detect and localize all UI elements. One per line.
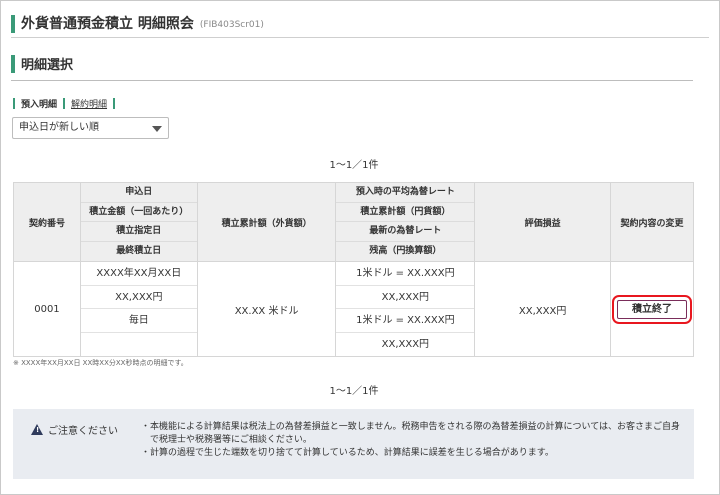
timestamp-note: ※ XXXX年XX月XX日 XX時XX分XX秒時点の明細です。 <box>13 359 188 367</box>
tab-separator <box>13 98 15 109</box>
tab-deposit-details[interactable]: 預入明細 <box>21 97 57 110</box>
caution-list: ・本機能による計算結果は税法上の為替差損益と一致しません。税務申告をされる際の為… <box>141 421 686 460</box>
cell-contract-change: 積立終了 <box>610 261 694 357</box>
cell-contract-no: 0001 <box>13 261 81 357</box>
pager-bottom: 1～1／1件 <box>329 386 379 397</box>
header-latest-rate: 最新の為替レート <box>336 222 475 242</box>
page-title: 外貨普通預金積立 明細照会 <box>21 16 194 32</box>
caution-item: ・計算の過程で生じた端数を切り捨てて計算しているため、計算結果に誤差を生じる場合… <box>141 448 554 458</box>
table-header-row: 契約番号 申込日 積立金額（一回あたり） 積立指定日 最終積立日 積立累計額（外… <box>13 182 694 262</box>
tab-cancellation-details[interactable]: 解約明細 <box>71 97 107 110</box>
screen-id: (FIB403Scr01) <box>199 20 264 30</box>
cell-latest-rate: 1米ドル = XX.XXX円 <box>336 309 475 333</box>
end-accumulation-button[interactable]: 積立終了 <box>612 294 692 324</box>
cell-accumulated-jpy: XX,XXX円 <box>336 286 475 309</box>
header-application-date: 申込日 <box>80 183 197 203</box>
chevron-down-icon <box>152 126 162 132</box>
cell-application-date: XXXX年XX月XX日 <box>80 262 197 286</box>
tab-separator <box>63 98 66 109</box>
page-frame: 外貨普通預金積立 明細照会 (FIB403Scr01) 明細選択 預入明細 解約… <box>0 0 720 495</box>
header-contract-change: 契約内容の変更 <box>610 182 694 262</box>
caution-item: ・本機能による計算結果は税法上の為替差損益と一致しません。税務申告をされる際の為… <box>141 422 681 445</box>
section-title: 明細選択 <box>21 58 74 73</box>
header-last-accumulation-date: 最終積立日 <box>116 245 162 256</box>
section-accent-bar <box>11 54 15 73</box>
header-accumulated-fx: 積立累計額（外貨額） <box>196 182 337 262</box>
section-divider <box>11 80 693 81</box>
title-divider <box>11 37 709 38</box>
header-accumulated-jpy: 積立累計額（円貨額） <box>336 203 475 222</box>
title-accent-bar <box>11 15 15 33</box>
page-header: 外貨普通預金積立 明細照会 (FIB403Scr01) <box>11 11 264 33</box>
cell-designated-day: 毎日 <box>80 309 197 333</box>
cell-application-group: XXXX年XX月XX日 XX,XXX円 毎日 <box>79 261 198 357</box>
header-amount-per-time: 積立金額（一回あたり） <box>80 203 197 222</box>
header-designated-day: 積立指定日 <box>80 222 197 242</box>
table-row: 0001 XXXX年XX月XX日 XX,XXX円 毎日 XX.XX 米ドル 1米… <box>13 261 694 357</box>
cell-last-accumulation-date <box>81 333 197 357</box>
cell-accumulated-fx: XX.XX 米ドル <box>196 261 337 357</box>
warning-icon: ! <box>31 424 43 435</box>
header-contract-no: 契約番号 <box>13 182 81 262</box>
section-header: 明細選択 <box>11 54 73 73</box>
details-table: 契約番号 申込日 積立金額（一回あたり） 積立指定日 最終積立日 積立累計額（外… <box>13 182 694 357</box>
header-balance-jpy: 残高（円換算額） <box>369 245 442 256</box>
header-rate-group: 預入時の平均為替レート 積立累計額（円貨額） 最新の為替レート 残高（円換算額） <box>335 182 476 262</box>
cell-amount-per-time: XX,XXX円 <box>80 286 197 309</box>
pager-top: 1～1／1件 <box>329 160 379 171</box>
header-average-rate: 預入時の平均為替レート <box>336 183 475 203</box>
caution-heading-text: ご注意ください <box>48 426 118 437</box>
cell-rate-group: 1米ドル = XX.XXX円 XX,XXX円 1米ドル = XX.XXX円 XX… <box>335 261 476 357</box>
tab-separator <box>113 98 116 109</box>
sort-order-value: 申込日が新しい順 <box>19 122 99 133</box>
header-valuation: 評価損益 <box>474 182 611 262</box>
cell-valuation: XX,XXX円 <box>474 261 611 357</box>
caution-box: ! ご注意ください ・本機能による計算結果は税法上の為替差損益と一致しません。税… <box>13 409 694 479</box>
cell-average-rate: 1米ドル = XX.XXX円 <box>336 262 475 286</box>
sort-order-select[interactable]: 申込日が新しい順 <box>12 117 169 139</box>
header-application-group: 申込日 積立金額（一回あたり） 積立指定日 最終積立日 <box>79 182 198 262</box>
cell-balance-jpy: XX,XXX円 <box>381 338 430 350</box>
caution-heading: ! ご注意ください <box>31 422 118 437</box>
detail-tabs: 預入明細 解約明細 <box>13 97 121 110</box>
